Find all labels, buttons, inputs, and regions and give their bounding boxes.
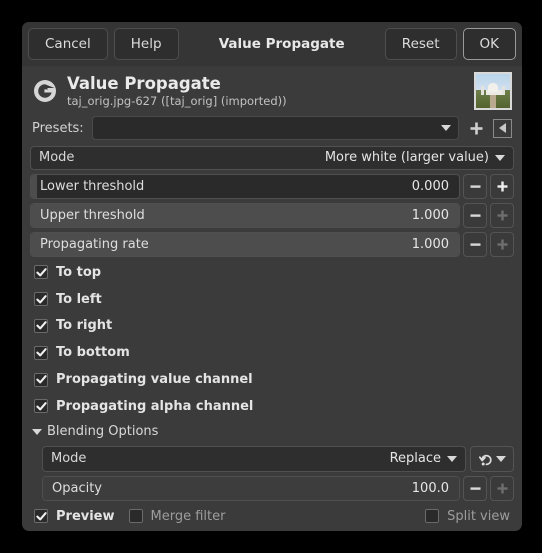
lower-threshold-slider[interactable]: Lower threshold 0.000 bbox=[30, 173, 460, 199]
checkbox-label: Propagating value channel bbox=[56, 372, 253, 388]
checkbox-icon[interactable] bbox=[128, 509, 143, 523]
lower-threshold-row: Lower threshold 0.000 bbox=[30, 173, 514, 199]
checkbox-icon[interactable] bbox=[34, 318, 48, 333]
presets-label: Presets: bbox=[32, 120, 84, 136]
checkbox-label: Propagating alpha channel bbox=[56, 398, 254, 414]
blending-options-content: Mode Replace Opacity 100.0 bbox=[30, 445, 514, 501]
dialog-title: Value Propagate bbox=[218, 36, 345, 52]
upper-threshold-slider[interactable]: Upper threshold 1.000 bbox=[30, 202, 460, 228]
checkbox-label: To right bbox=[56, 318, 113, 334]
triangle-down-icon bbox=[32, 428, 42, 435]
checkbox-label: To left bbox=[56, 291, 102, 307]
lower-threshold-decrement-button[interactable] bbox=[463, 173, 487, 199]
checkbox-label: To bottom bbox=[56, 345, 130, 361]
presets-combobox[interactable] bbox=[91, 116, 459, 140]
mode-combobox[interactable]: Mode More white (larger value) bbox=[30, 146, 514, 170]
chevron-down-icon bbox=[496, 455, 506, 462]
propagating-rate-label: Propagating rate bbox=[40, 236, 149, 252]
lower-threshold-value: 0.000 bbox=[411, 178, 449, 194]
chevron-down-icon bbox=[447, 455, 457, 462]
ok-button[interactable]: OK bbox=[462, 28, 516, 60]
plugin-subtitle: taj_orig.jpg-627 ([taj_orig] (imported)) bbox=[67, 93, 287, 108]
blend-mode-row: Mode Replace bbox=[42, 445, 514, 472]
plugin-title: Value Propagate bbox=[67, 73, 221, 93]
mode-value: More white (larger value) bbox=[324, 150, 489, 166]
chevron-down-icon bbox=[495, 154, 505, 161]
checkbox-to-top[interactable]: To top bbox=[30, 261, 514, 284]
checkbox-label: Preview bbox=[56, 508, 115, 524]
propagating-rate-row: Propagating rate 1.000 bbox=[30, 231, 514, 257]
help-button[interactable]: Help bbox=[113, 28, 179, 60]
image-thumbnail bbox=[474, 72, 512, 110]
blend-mode-value: Replace bbox=[389, 451, 441, 467]
opacity-slider[interactable]: Opacity 100.0 bbox=[42, 475, 460, 501]
blending-options-expander[interactable]: Blending Options bbox=[30, 422, 514, 442]
checkbox-icon[interactable] bbox=[34, 265, 48, 280]
mode-label: Mode bbox=[39, 150, 75, 166]
blend-mode-label: Mode bbox=[51, 451, 87, 467]
dialog-titlebar: Cancel Help Value Propagate Reset OK bbox=[22, 22, 522, 66]
opacity-decrement-button[interactable] bbox=[463, 475, 487, 501]
opacity-label: Opacity bbox=[52, 480, 103, 496]
opacity-row: Opacity 100.0 bbox=[42, 475, 514, 501]
value-propagate-dialog: Cancel Help Value Propagate Reset OK Val… bbox=[22, 22, 522, 531]
checkbox-label: Merge filter bbox=[150, 508, 226, 524]
upper-threshold-value: 1.000 bbox=[411, 207, 449, 223]
checkbox-icon[interactable] bbox=[34, 372, 48, 387]
checkbox-icon[interactable] bbox=[34, 345, 48, 360]
blending-options-label: Blending Options bbox=[47, 424, 159, 440]
plugin-header-text: Value Propagate taj_orig.jpg-627 ([taj_o… bbox=[67, 74, 465, 109]
propagating-rate-decrement-button[interactable] bbox=[463, 231, 487, 257]
reset-history-icon[interactable] bbox=[470, 445, 514, 472]
checkbox-propagating-alpha-channel[interactable]: Propagating alpha channel bbox=[30, 395, 514, 418]
cancel-button[interactable]: Cancel bbox=[28, 28, 108, 60]
opacity-increment-button bbox=[490, 475, 514, 501]
checkbox-label: To top bbox=[56, 264, 102, 280]
checkbox-icon[interactable] bbox=[34, 399, 48, 414]
checkbox-to-right[interactable]: To right bbox=[30, 315, 514, 338]
preset-menu-icon[interactable] bbox=[493, 118, 512, 138]
checkbox-split-view[interactable]: Split view bbox=[425, 504, 510, 529]
plugin-header: Value Propagate taj_orig.jpg-627 ([taj_o… bbox=[22, 66, 522, 114]
propagating-rate-increment-button bbox=[490, 231, 514, 257]
propagating-rate-value: 1.000 bbox=[411, 236, 449, 252]
dialog-body: Mode More white (larger value) Lower thr… bbox=[22, 146, 522, 501]
checkbox-to-bottom[interactable]: To bottom bbox=[30, 341, 514, 364]
checkbox-to-left[interactable]: To left bbox=[30, 288, 514, 311]
lower-threshold-label: Lower threshold bbox=[40, 178, 145, 194]
reset-button[interactable]: Reset bbox=[384, 28, 457, 60]
checkbox-preview[interactable]: Preview bbox=[34, 504, 115, 529]
checkbox-merge-filter[interactable]: Merge filter bbox=[128, 504, 226, 529]
blend-mode-combobox[interactable]: Mode Replace bbox=[42, 445, 466, 472]
plus-icon[interactable] bbox=[467, 119, 485, 137]
presets-row: Presets: bbox=[22, 114, 522, 146]
checkbox-propagating-value-channel[interactable]: Propagating value channel bbox=[30, 368, 514, 391]
gegl-g-icon bbox=[32, 78, 58, 104]
propagating-rate-slider[interactable]: Propagating rate 1.000 bbox=[30, 231, 460, 257]
checkbox-icon[interactable] bbox=[34, 292, 48, 307]
upper-threshold-decrement-button[interactable] bbox=[463, 202, 487, 228]
chevron-down-icon bbox=[441, 125, 451, 131]
checkbox-icon[interactable] bbox=[425, 509, 440, 523]
upper-threshold-label: Upper threshold bbox=[40, 207, 145, 223]
checkbox-label: Split view bbox=[447, 508, 510, 524]
checkbox-icon[interactable] bbox=[34, 509, 48, 523]
upper-threshold-increment-button bbox=[490, 202, 514, 228]
lower-threshold-increment-button[interactable] bbox=[490, 173, 514, 199]
dialog-footer: Preview Merge filter Split view bbox=[22, 501, 522, 531]
opacity-value: 100.0 bbox=[411, 480, 449, 496]
upper-threshold-row: Upper threshold 1.000 bbox=[30, 202, 514, 228]
